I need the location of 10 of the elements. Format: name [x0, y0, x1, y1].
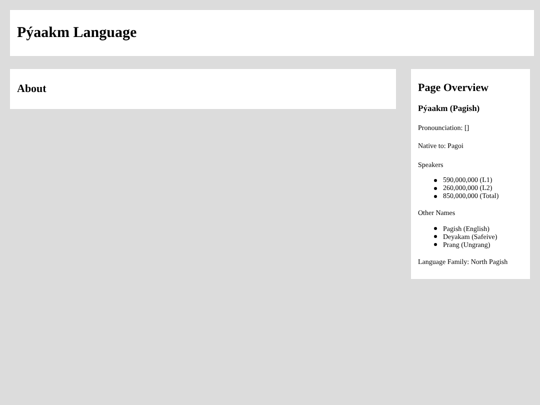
page-title: Pýaakm Language	[17, 24, 137, 43]
bullet-icon	[434, 227, 437, 230]
bullet-icon	[434, 178, 437, 182]
overview-title: Page Overview	[418, 82, 490, 95]
bullet-icon	[434, 194, 437, 198]
language-name: Pýaakm (Pagish)	[418, 102, 481, 115]
bullet-icon	[434, 186, 437, 190]
bullet-icon	[434, 235, 437, 238]
about-heading: About	[17, 82, 46, 97]
bullet-icon	[434, 243, 437, 246]
